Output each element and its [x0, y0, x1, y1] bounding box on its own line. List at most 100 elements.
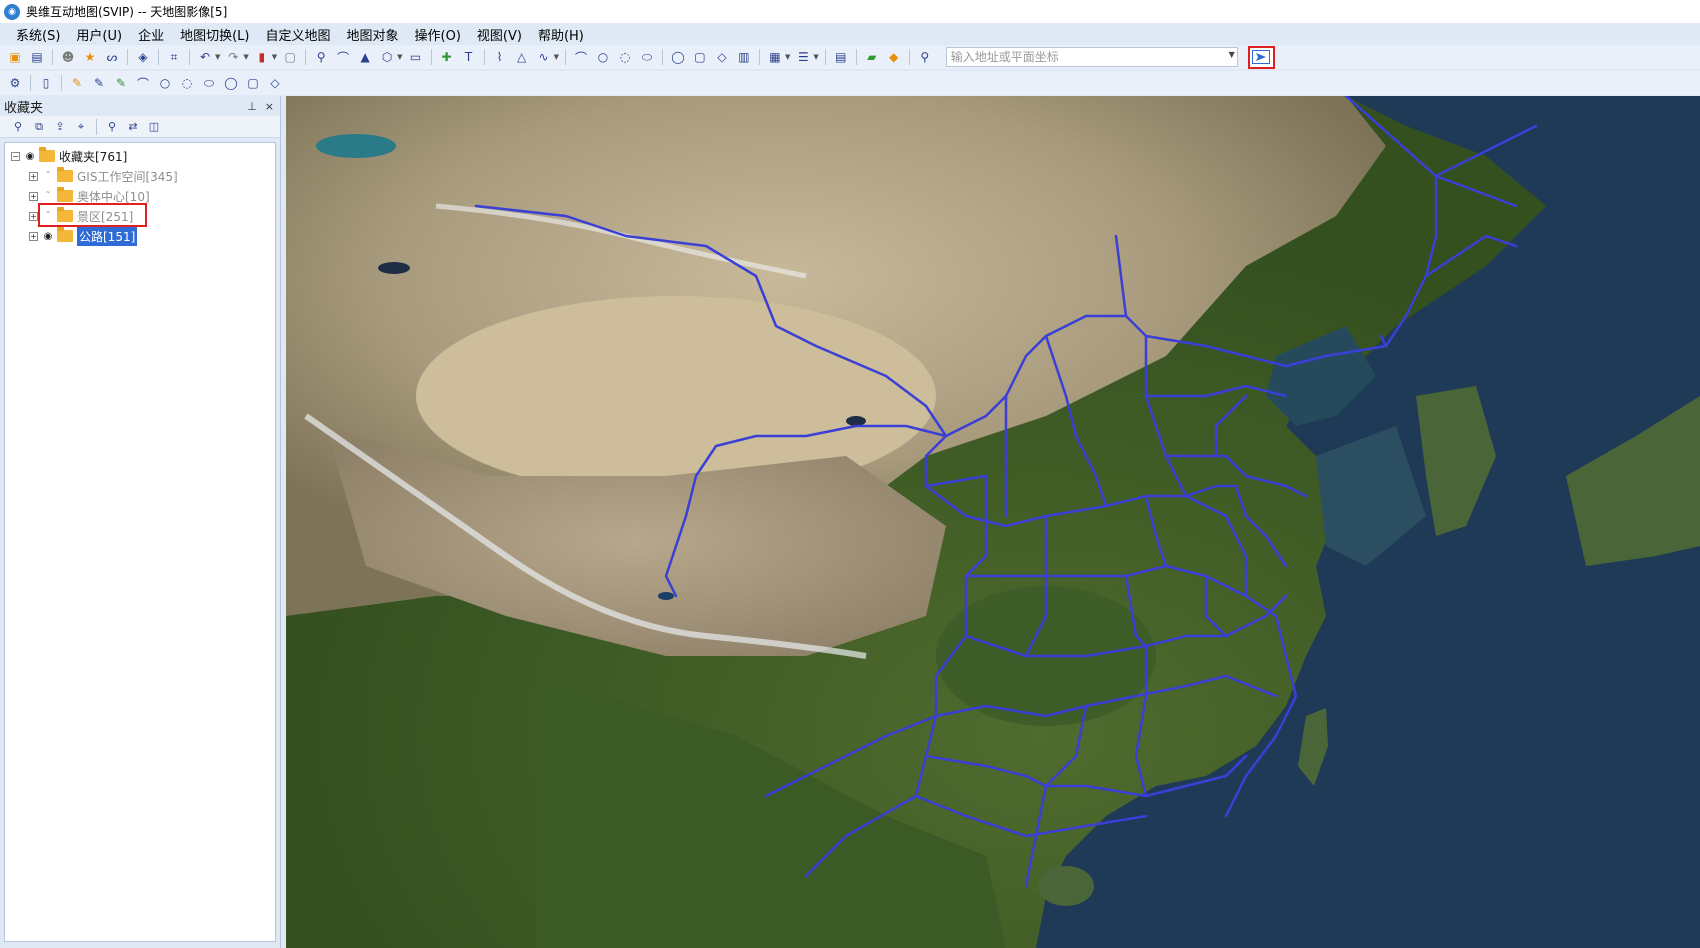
add-pin-icon[interactable]: ✚ — [438, 48, 456, 66]
expand-icon[interactable]: + — [29, 171, 38, 181]
menu-system[interactable]: 系统(S) — [8, 25, 68, 44]
vip-diamond-icon[interactable]: ◆ — [885, 48, 903, 66]
new-folder-icon[interactable]: ▣ — [6, 48, 24, 66]
visibility-eye-icon[interactable]: ◉ — [23, 151, 37, 162]
search-history-dropdown-icon[interactable]: ▼ — [1229, 50, 1235, 59]
tree-item-label[interactable]: 奥体中心[10] — [77, 188, 150, 205]
blue-pin-icon[interactable]: ✎ — [90, 74, 108, 92]
toolbar-divider — [96, 118, 97, 135]
filled-circle-tool-icon[interactable]: ◯ — [222, 74, 240, 92]
export-icon[interactable]: ⇪ — [52, 119, 68, 135]
visibility-eye-icon[interactable]: ◉ — [41, 231, 55, 242]
route-icon[interactable]: ᔕ — [103, 48, 121, 66]
address-search-input[interactable] — [946, 48, 1217, 66]
map-canvas[interactable] — [286, 96, 1700, 948]
3d-view-icon[interactable]: ◈ — [134, 48, 152, 66]
tree-root[interactable]: − ◉ 收藏夹[761] — [5, 146, 275, 166]
expand-icon[interactable]: + — [29, 231, 38, 241]
expand-icon[interactable]: + — [29, 191, 38, 201]
curve-dropdown-icon[interactable]: ▼ — [554, 53, 559, 61]
curve-icon[interactable]: ∿ — [535, 48, 553, 66]
toolbar-divider — [824, 49, 826, 65]
arc-circle-icon[interactable]: ◌ — [178, 74, 196, 92]
locate-icon[interactable]: ⌖ — [73, 119, 89, 135]
rounded-square-icon[interactable]: ▢ — [244, 74, 262, 92]
list-icon[interactable]: ☰ — [794, 48, 812, 66]
delete-dropdown-icon[interactable]: ▼ — [272, 53, 277, 61]
freeform-shape-icon[interactable]: ◇ — [266, 74, 284, 92]
arc-line-icon[interactable]: ⌒ — [134, 74, 152, 92]
search-favorites-icon[interactable]: ⚲ — [10, 119, 26, 135]
table-icon[interactable]: ▤ — [832, 48, 850, 66]
layers-icon[interactable]: ▦ — [766, 48, 784, 66]
green-pin-icon[interactable]: ✎ — [112, 74, 130, 92]
settings-gear-icon[interactable]: ⚙ — [6, 74, 24, 92]
document-icon[interactable]: ▯ — [37, 74, 55, 92]
barcode-icon[interactable]: ▥ — [735, 48, 753, 66]
redo-icon[interactable]: ↷ — [224, 48, 242, 66]
list-dropdown-icon[interactable]: ▼ — [813, 53, 818, 61]
ellipse-icon[interactable]: ⬭ — [638, 48, 656, 66]
menu-operation[interactable]: 操作(O) — [407, 25, 469, 44]
rounded-rect-icon[interactable]: ▢ — [691, 48, 709, 66]
chat-icon[interactable]: ▰ — [863, 48, 881, 66]
hidden-eye-icon[interactable]: ˜ — [41, 171, 55, 182]
copy-icon[interactable]: ⧉ — [31, 119, 47, 135]
redo-dropdown-icon[interactable]: ▼ — [243, 53, 248, 61]
tree-item-label[interactable]: GIS工作空间[345] — [77, 168, 178, 185]
undo-dropdown-icon[interactable]: ▼ — [215, 53, 220, 61]
circle-icon[interactable]: ○ — [594, 48, 612, 66]
menu-map-objects[interactable]: 地图对象 — [339, 25, 407, 44]
menu-view[interactable]: 视图(V) — [469, 25, 530, 44]
tree-item-gis-workspace[interactable]: + ˜ GIS工作空间[345] — [5, 166, 275, 186]
partial-circle-icon[interactable]: ◌ — [616, 48, 634, 66]
search-go-button[interactable] — [1247, 45, 1275, 69]
pin-panel-icon[interactable]: ⊥ — [247, 100, 257, 113]
yellow-pin-icon[interactable]: ✎ — [68, 74, 86, 92]
crop-icon[interactable]: ⌗ — [165, 48, 183, 66]
tree-root-label[interactable]: 收藏夹[761] — [59, 148, 127, 165]
collapse-icon[interactable]: − — [11, 151, 20, 161]
delete-icon[interactable]: ▮ — [253, 48, 271, 66]
menu-custom-map[interactable]: 自定义地图 — [257, 25, 338, 44]
polyline-icon[interactable]: ⌇ — [491, 48, 509, 66]
ellipse-outline-icon[interactable]: ⬭ — [200, 74, 218, 92]
address-search-box[interactable]: ▼ — [945, 47, 1238, 67]
search-icon[interactable]: ⚲ — [916, 48, 934, 66]
camera-icon[interactable]: ▭ — [407, 48, 425, 66]
users-icon[interactable]: ☻ — [59, 48, 77, 66]
shape-icon[interactable]: ◇ — [713, 48, 731, 66]
marker-icon[interactable]: ⚲ — [104, 119, 120, 135]
select-box-icon[interactable]: ▢ — [281, 48, 299, 66]
filled-circle-icon[interactable]: ◯ — [669, 48, 687, 66]
circle-outline-icon[interactable]: ○ — [156, 74, 174, 92]
marker-pin-icon[interactable]: ⚲ — [312, 48, 330, 66]
sort-icon[interactable]: ⇄ — [125, 119, 141, 135]
ruler-icon[interactable]: ⌒ — [334, 48, 352, 66]
expand-icon[interactable]: + — [29, 211, 38, 221]
triangle-icon[interactable]: △ — [513, 48, 531, 66]
menu-help[interactable]: 帮助(H) — [530, 25, 592, 44]
undo-icon[interactable]: ↶ — [196, 48, 214, 66]
elevation-icon[interactable]: ▲ — [356, 48, 374, 66]
layers-dropdown-icon[interactable]: ▼ — [785, 53, 790, 61]
menu-enterprise[interactable]: 企业 — [130, 25, 172, 44]
polygon-tool-icon[interactable]: ⬡ — [378, 48, 396, 66]
tree-item-label-selected[interactable]: 公路[151] — [77, 226, 138, 246]
toolbar-divider — [430, 49, 432, 65]
tree-item-highway[interactable]: + ◉ 公路[151] — [5, 226, 275, 246]
send-arrow-icon — [1252, 50, 1271, 64]
save-icon[interactable]: ▤ — [28, 48, 46, 66]
menu-map-switch[interactable]: 地图切换(L) — [172, 25, 257, 44]
hidden-eye-icon[interactable]: ˜ — [41, 191, 55, 202]
toolbar-divider — [908, 49, 910, 65]
favorite-star-icon[interactable]: ★ — [81, 48, 99, 66]
panel-title: 收藏夹 — [4, 100, 44, 116]
share-icon[interactable]: ◫ — [146, 119, 162, 135]
polygon-dropdown-icon[interactable]: ▼ — [397, 53, 402, 61]
menu-user[interactable]: 用户(U) — [68, 25, 130, 44]
arc-icon[interactable]: ⌒ — [572, 48, 590, 66]
text-tool-icon[interactable]: T — [460, 48, 478, 66]
close-panel-icon[interactable]: × — [265, 100, 274, 113]
satellite-map[interactable] — [286, 96, 1700, 948]
